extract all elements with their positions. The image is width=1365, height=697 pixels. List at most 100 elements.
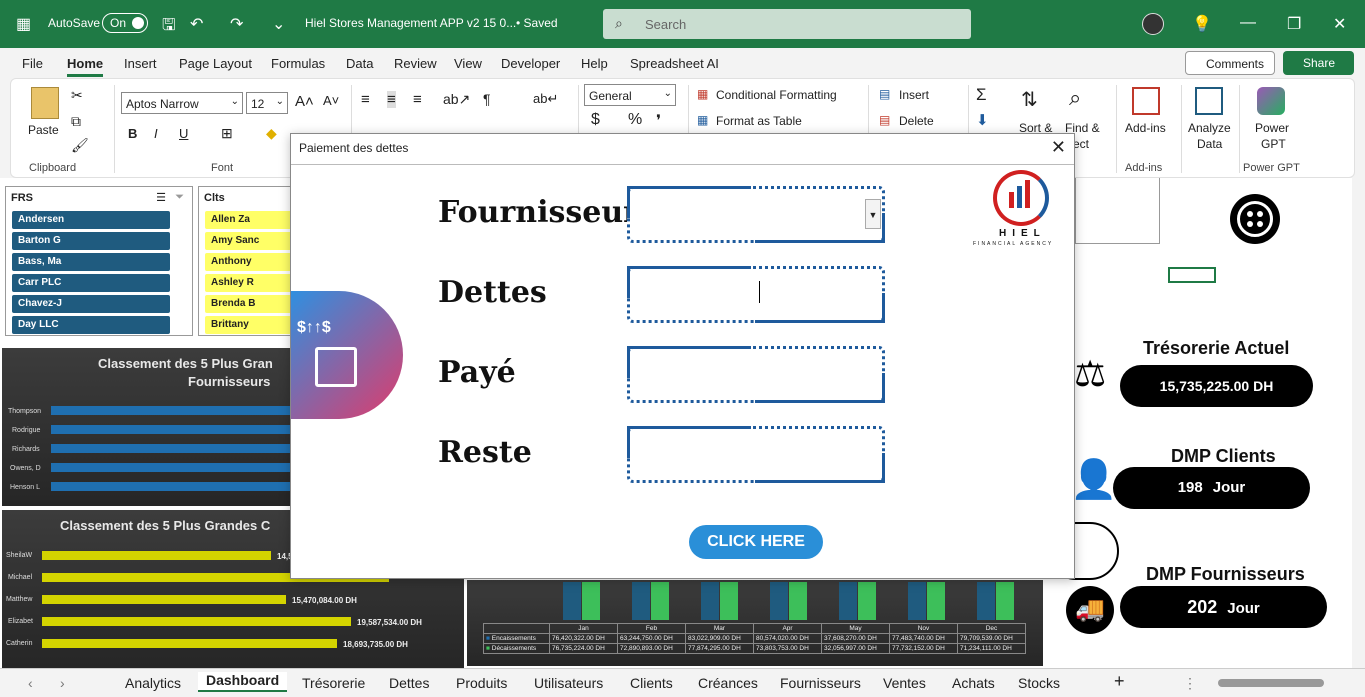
sheet-tab[interactable]: Stocks — [1018, 675, 1060, 691]
decrease-font-icon[interactable]: A˅ — [323, 93, 339, 108]
tab-help[interactable]: Help — [581, 56, 608, 71]
tab-view[interactable]: View — [454, 56, 482, 71]
tab-file[interactable]: File — [22, 56, 43, 71]
debts-field[interactable] — [627, 266, 885, 323]
comments-button[interactable]: Comments — [1185, 51, 1275, 75]
bold-icon[interactable]: B — [128, 126, 137, 141]
sort-filter-icon[interactable]: ⇅ — [1021, 87, 1038, 112]
tab-spreadsheet-ai[interactable]: Spreadsheet AI — [630, 56, 719, 71]
tab-data[interactable]: Data — [346, 56, 373, 71]
multi-select-icon[interactable]: ☰ — [156, 191, 166, 204]
text-direction-icon[interactable]: ¶ — [483, 91, 491, 107]
analyze-data-icon[interactable] — [1195, 87, 1223, 115]
power-gpt-icon[interactable] — [1257, 87, 1285, 115]
clear-filter-icon[interactable]: ⏷ — [175, 191, 184, 204]
conditional-formatting-button[interactable]: Conditional Formatting — [716, 88, 837, 102]
avatar[interactable] — [1142, 13, 1164, 35]
more-options-icon[interactable]: ⋮ — [1183, 675, 1197, 692]
menu-circle-icon[interactable] — [1230, 194, 1280, 244]
slicer-item[interactable]: Carr PLC — [12, 274, 170, 292]
copy-icon[interactable]: ⧉ — [71, 113, 81, 130]
sheet-tab[interactable]: Clients — [630, 675, 673, 691]
more-icon[interactable]: ⌄ — [272, 14, 285, 34]
tab-formulas[interactable]: Formulas — [271, 56, 325, 71]
tab-scroll-left-icon[interactable]: ‹ — [28, 675, 33, 691]
chart-top-suppliers[interactable]: Classement des 5 Plus Gran Fournisseurs … — [2, 348, 291, 506]
paid-field[interactable] — [627, 346, 885, 403]
tab-scroll-right-icon[interactable]: › — [60, 675, 65, 691]
click-here-button[interactable]: CLICK HERE — [689, 525, 823, 559]
maximize-icon[interactable]: ❐ — [1287, 14, 1301, 34]
format-as-table-button[interactable]: Format as Table — [716, 114, 802, 128]
wrap-text-icon[interactable]: ab↵ — [533, 91, 558, 107]
font-size-select[interactable]: 12 ⌄ — [246, 92, 288, 114]
sheet-tab[interactable]: Ventes — [883, 675, 926, 691]
vertical-scrollbar[interactable] — [1352, 178, 1365, 668]
sheet-tab[interactable]: Achats — [952, 675, 995, 691]
addins-button[interactable]: Add-ins — [1125, 121, 1166, 135]
sheet-tab[interactable]: Dettes — [389, 675, 429, 691]
save-icon[interactable]: 🖫 — [162, 14, 176, 41]
selected-cell[interactable] — [1168, 267, 1216, 283]
font-name-select[interactable]: Aptos Narrow ⌄ — [121, 92, 243, 114]
tab-developer[interactable]: Developer — [501, 56, 560, 71]
orientation-icon[interactable]: ab↗ — [443, 91, 470, 108]
add-sheet-icon[interactable]: + — [1114, 671, 1125, 692]
find-icon[interactable]: ⌕ — [1069, 85, 1081, 111]
sheet-tab[interactable]: Utilisateurs — [534, 675, 603, 691]
align-bottom-icon[interactable]: ≡ — [413, 91, 422, 108]
insert-cells-button[interactable]: Insert — [899, 88, 929, 102]
paste-button[interactable]: Paste — [28, 123, 59, 137]
share-button[interactable]: Share — [1283, 51, 1354, 75]
slicer-item[interactable]: Barton G — [12, 232, 170, 250]
document-title[interactable]: Hiel Stores Management APP v2 15 0... — [305, 16, 516, 30]
minimize-icon[interactable]: — — [1240, 14, 1256, 32]
tab-home[interactable]: Home — [67, 56, 104, 77]
sheet-tab[interactable]: Créances — [698, 675, 758, 691]
slicer-item[interactable]: Andersen — [12, 211, 170, 229]
slicer-item[interactable]: Chavez-J — [12, 295, 170, 313]
horizontal-scrollbar[interactable] — [1218, 679, 1324, 687]
fill-color-icon[interactable]: ◆ — [266, 125, 277, 142]
delete-cells-button[interactable]: Delete — [899, 114, 934, 128]
search-input[interactable]: ⌕ Search — [603, 9, 971, 39]
addins-icon[interactable] — [1132, 87, 1160, 115]
sheet-tab[interactable]: Trésorerie — [302, 675, 365, 691]
autosum-icon[interactable]: Σ — [976, 85, 987, 105]
undo-icon[interactable]: ↶ — [190, 14, 203, 34]
lightbulb-icon[interactable]: 💡 — [1192, 14, 1212, 34]
slicer-clts[interactable]: Clts Allen Za Amy Sanc Anthony Ashley R … — [198, 186, 363, 336]
close-icon[interactable]: ✕ — [1333, 14, 1346, 34]
insert-cells-icon[interactable]: ▤ — [879, 87, 890, 101]
autosave-toggle[interactable]: On — [102, 13, 148, 33]
sheet-tab[interactable]: Analytics — [125, 675, 181, 691]
sheet-tab-active[interactable]: Dashboard — [198, 672, 288, 692]
delete-cells-icon[interactable]: ▤ — [879, 113, 890, 127]
sheet-tab[interactable]: Produits — [456, 675, 507, 691]
format-painter-icon[interactable]: 🖌 — [71, 137, 89, 154]
analyze-data-button[interactable]: Analyze — [1188, 121, 1231, 135]
comma-icon[interactable]: ❜ — [656, 111, 661, 131]
tab-review[interactable]: Review — [394, 56, 437, 71]
number-format-select[interactable]: General ⌄ — [584, 84, 676, 106]
currency-icon[interactable]: $ — [591, 111, 600, 129]
slicer-item[interactable]: Day LLC — [12, 316, 170, 334]
close-icon[interactable]: ✕ — [1051, 137, 1066, 158]
tab-page-layout[interactable]: Page Layout — [179, 56, 252, 71]
increase-font-icon[interactable]: A˄ — [295, 93, 314, 110]
conditional-formatting-icon[interactable]: ▦ — [697, 87, 708, 101]
paste-icon[interactable] — [31, 87, 59, 119]
italic-icon[interactable]: I — [154, 126, 158, 141]
supplier-combo[interactable]: ▼ — [627, 186, 885, 243]
redo-icon[interactable]: ↷ — [230, 14, 243, 34]
fill-icon[interactable]: ⬇ — [976, 111, 989, 129]
power-gpt-button[interactable]: Power — [1255, 121, 1289, 135]
slicer-item[interactable]: Bass, Ma — [12, 253, 170, 271]
remaining-field[interactable] — [627, 426, 885, 483]
align-top-icon[interactable]: ≡ — [361, 91, 370, 108]
underline-icon[interactable]: U — [179, 126, 188, 141]
format-as-table-icon[interactable]: ▦ — [697, 113, 708, 127]
sheet-tab[interactable]: Fournisseurs — [780, 675, 861, 691]
cut-icon[interactable]: ✂ — [71, 87, 83, 104]
percent-icon[interactable]: % — [628, 111, 642, 129]
